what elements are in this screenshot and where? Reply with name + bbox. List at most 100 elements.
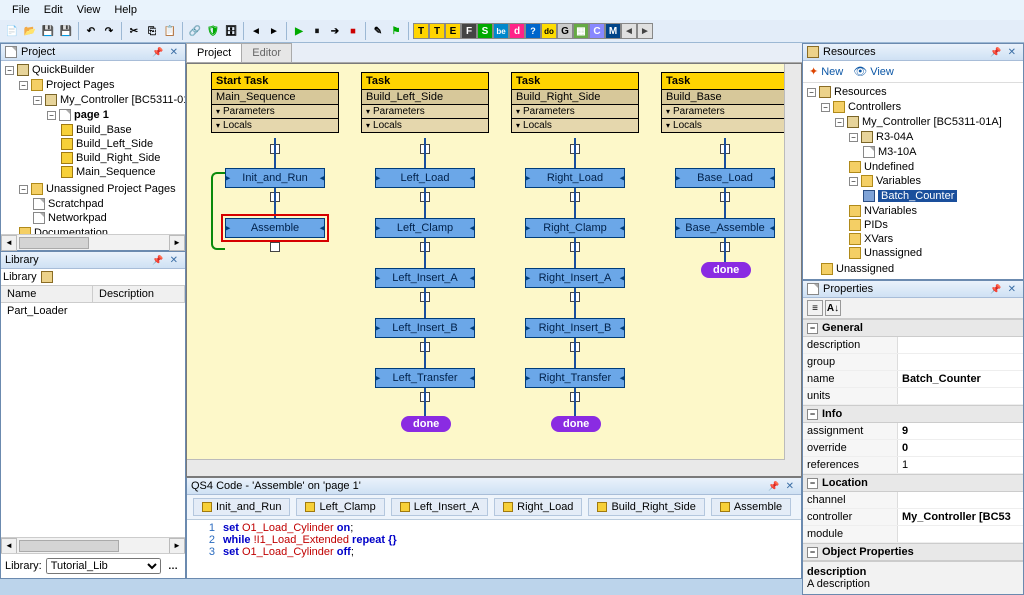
- step-left-insert-a[interactable]: Left_Insert_A: [375, 268, 475, 288]
- save-all-icon[interactable]: 💾: [58, 23, 74, 39]
- step-right-insert-b[interactable]: Right_Insert_B: [525, 318, 625, 338]
- toolbar-letter-▦[interactable]: ▦: [573, 23, 589, 39]
- code-tab[interactable]: Right_Load: [494, 498, 582, 516]
- code-tab[interactable]: Left_Insert_A: [391, 498, 488, 516]
- toolbar-letter-T[interactable]: T: [413, 23, 429, 39]
- pin-icon[interactable]: 📌: [990, 284, 1001, 294]
- close-icon[interactable]: ✕: [1005, 47, 1019, 58]
- tree-node[interactable]: XVars: [864, 233, 893, 245]
- close-icon[interactable]: ✕: [167, 255, 181, 266]
- prop-value[interactable]: [898, 492, 1023, 508]
- step-icon[interactable]: ➔: [327, 23, 343, 39]
- step-left-load[interactable]: Left_Load: [375, 168, 475, 188]
- tree-node[interactable]: R3-04A: [876, 131, 913, 143]
- prop-value[interactable]: [898, 354, 1023, 370]
- prop-value[interactable]: [898, 337, 1023, 353]
- scrollbar[interactable]: ◄►: [1, 234, 185, 250]
- resources-new-link[interactable]: ✦New: [809, 65, 843, 78]
- new-icon[interactable]: 📄: [4, 23, 20, 39]
- pin-icon[interactable]: 📌: [990, 47, 1001, 57]
- toolbar-letter-do[interactable]: do: [541, 23, 557, 39]
- prop-value[interactable]: [898, 526, 1023, 542]
- db-icon[interactable]: 🗄: [223, 23, 239, 39]
- tree-node[interactable]: Resources: [834, 86, 887, 98]
- project-tree[interactable]: −QuickBuilder −Project Pages −My_Control…: [1, 61, 185, 234]
- copy-icon[interactable]: ⎘: [144, 23, 160, 39]
- toolbar-letter-S[interactable]: S: [477, 23, 493, 39]
- scrollbar[interactable]: ◄►: [1, 537, 185, 553]
- library-tab[interactable]: Library: [3, 271, 37, 283]
- properties-grid[interactable]: General description group nameBatch_Coun…: [803, 319, 1023, 561]
- prop-group-info[interactable]: Info: [803, 405, 1023, 423]
- pin-icon[interactable]: 📌: [152, 255, 163, 265]
- paste-icon[interactable]: 📋: [162, 23, 178, 39]
- prop-value[interactable]: 9: [898, 423, 1023, 439]
- prop-value[interactable]: Batch_Counter: [898, 371, 1023, 387]
- flowchart-canvas[interactable]: Start Task Main_Sequence Parameters Loca…: [187, 64, 801, 476]
- tree-node[interactable]: M3-10A: [878, 146, 917, 158]
- resources-view-link[interactable]: 👁View: [853, 65, 894, 78]
- task-build-right[interactable]: Task Build_Right_Side Parameters Locals: [511, 72, 639, 133]
- code-editor[interactable]: 1set O1_Load_Cylinder on; 2while !I1_Loa…: [187, 520, 801, 578]
- library-select[interactable]: Tutorial_Lib: [46, 558, 161, 574]
- prop-group-object[interactable]: Object Properties: [803, 543, 1023, 561]
- tree-node[interactable]: Undefined: [864, 161, 914, 173]
- step-left-transfer[interactable]: Left_Transfer: [375, 368, 475, 388]
- pin-icon[interactable]: 📌: [768, 481, 779, 491]
- fwd-icon[interactable]: ►: [266, 23, 282, 39]
- tree-node[interactable]: Build_Right_Side: [76, 152, 160, 164]
- prop-group-location[interactable]: Location: [803, 474, 1023, 492]
- tree-node[interactable]: Unassigned: [864, 247, 922, 259]
- magic-icon[interactable]: ✎: [370, 23, 386, 39]
- redo-icon[interactable]: ↷: [101, 23, 117, 39]
- save-icon[interactable]: 💾: [40, 23, 56, 39]
- prop-value[interactable]: 1: [898, 457, 1023, 473]
- open-icon[interactable]: 📂: [22, 23, 38, 39]
- toolbar-letter-be[interactable]: be: [493, 23, 509, 39]
- code-tab[interactable]: Assemble: [711, 498, 791, 516]
- menu-view[interactable]: View: [71, 2, 107, 18]
- toolbar-letter-G[interactable]: G: [557, 23, 573, 39]
- tree-node[interactable]: Main_Sequence: [76, 166, 156, 178]
- done-bubble[interactable]: done: [701, 262, 751, 278]
- step-right-transfer[interactable]: Right_Transfer: [525, 368, 625, 388]
- close-icon[interactable]: ✕: [783, 481, 797, 492]
- prop-value[interactable]: [898, 388, 1023, 404]
- shield-icon[interactable]: 🛡: [205, 23, 221, 39]
- toolbar-letter-◄[interactable]: ◄: [621, 23, 637, 39]
- library-row[interactable]: Part_Loader: [1, 303, 185, 319]
- close-icon[interactable]: ✕: [167, 47, 181, 58]
- toolbar-letter-F[interactable]: F: [461, 23, 477, 39]
- menu-help[interactable]: Help: [108, 2, 143, 18]
- close-icon[interactable]: ✕: [1005, 284, 1019, 295]
- toolbar-letter-T[interactable]: T: [429, 23, 445, 39]
- done-bubble[interactable]: done: [401, 416, 451, 432]
- tree-node[interactable]: Build_Left_Side: [76, 138, 153, 150]
- pin-icon[interactable]: 📌: [152, 47, 163, 57]
- menu-edit[interactable]: Edit: [38, 2, 69, 18]
- tree-node-page1[interactable]: page 1: [74, 109, 109, 121]
- col-header-name[interactable]: Name: [1, 286, 93, 302]
- tree-node[interactable]: Controllers: [848, 101, 901, 113]
- tree-node[interactable]: My_Controller [BC5311-01A]: [60, 94, 185, 106]
- code-tab[interactable]: Left_Clamp: [296, 498, 384, 516]
- tree-node[interactable]: NVariables: [864, 205, 917, 217]
- step-left-clamp[interactable]: Left_Clamp: [375, 218, 475, 238]
- step-right-insert-a[interactable]: Right_Insert_A: [525, 268, 625, 288]
- tree-node[interactable]: Unassigned Project Pages: [46, 183, 176, 195]
- tree-node[interactable]: Project Pages: [46, 79, 114, 91]
- tab-project[interactable]: Project: [186, 43, 242, 62]
- task-build-left[interactable]: Task Build_Left_Side Parameters Locals: [361, 72, 489, 133]
- step-base-load[interactable]: Base_Load: [675, 168, 775, 188]
- toolbar-letter-d[interactable]: d: [509, 23, 525, 39]
- code-tab[interactable]: Init_and_Run: [193, 498, 290, 516]
- step-left-insert-b[interactable]: Left_Insert_B: [375, 318, 475, 338]
- toolbar-letter-C[interactable]: C: [589, 23, 605, 39]
- menu-file[interactable]: File: [6, 2, 36, 18]
- step-init-and-run[interactable]: Init_and_Run: [225, 168, 325, 188]
- tree-node[interactable]: Build_Base: [76, 124, 132, 136]
- tree-node[interactable]: Documentation: [34, 227, 108, 234]
- run-icon[interactable]: ▶: [291, 23, 307, 39]
- step-base-assemble[interactable]: Base_Assemble: [675, 218, 775, 238]
- prop-group-general[interactable]: General: [803, 319, 1023, 337]
